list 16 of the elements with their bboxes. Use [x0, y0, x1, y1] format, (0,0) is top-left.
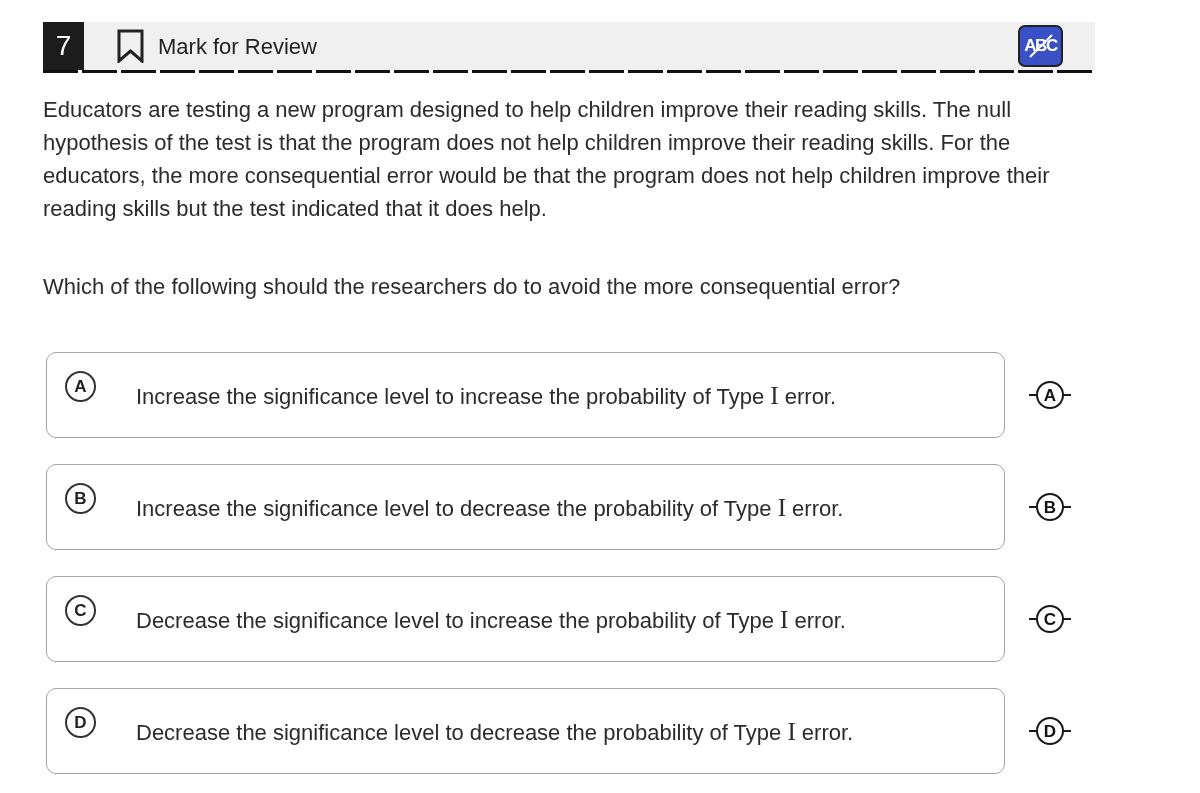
choice-letter: D [65, 707, 96, 738]
answer-choice[interactable]: B Increase the significance level to decrease the probability of Type I error. [46, 464, 1005, 550]
choice-letter: C [65, 595, 96, 626]
choice-text: Decrease the significance level to increase the probability of Type I error. [136, 607, 846, 635]
answer-choice[interactable]: C Decrease the significance level to increase the probability of Type I error. [46, 576, 1005, 662]
mark-for-review-button[interactable]: Mark for Review [117, 29, 317, 63]
choice-text: Decrease the significance level to decrease the probability of Type I error. [136, 719, 854, 747]
answer-choice[interactable]: A Increase the significance level to increase the probability of Type I error. [46, 352, 1005, 438]
choice-text: Increase the significance level to increase the probability of Type I error. [136, 383, 837, 411]
question-number: 7 [43, 22, 84, 70]
choice-letter: A [65, 371, 96, 402]
answer-choice[interactable]: D Decrease the significance level to decrease the probability of Type I error. [46, 688, 1005, 774]
question-text: Which of the following should the researchers do to avoid the more consequential error? [43, 273, 902, 301]
passage-text: Educators are testing a new program designed to help children improve their reading skills. The null hypothesis of the test is that the program does not help children improve their reading skills. For the educators, the more consequential error would be that the program does not help children improve their reading skills but the test indicated that it does help. [43, 96, 1051, 223]
choice-text: Increase the significance level to decrease the probability of Type I error. [136, 495, 844, 523]
choice-letter: B [65, 483, 96, 514]
